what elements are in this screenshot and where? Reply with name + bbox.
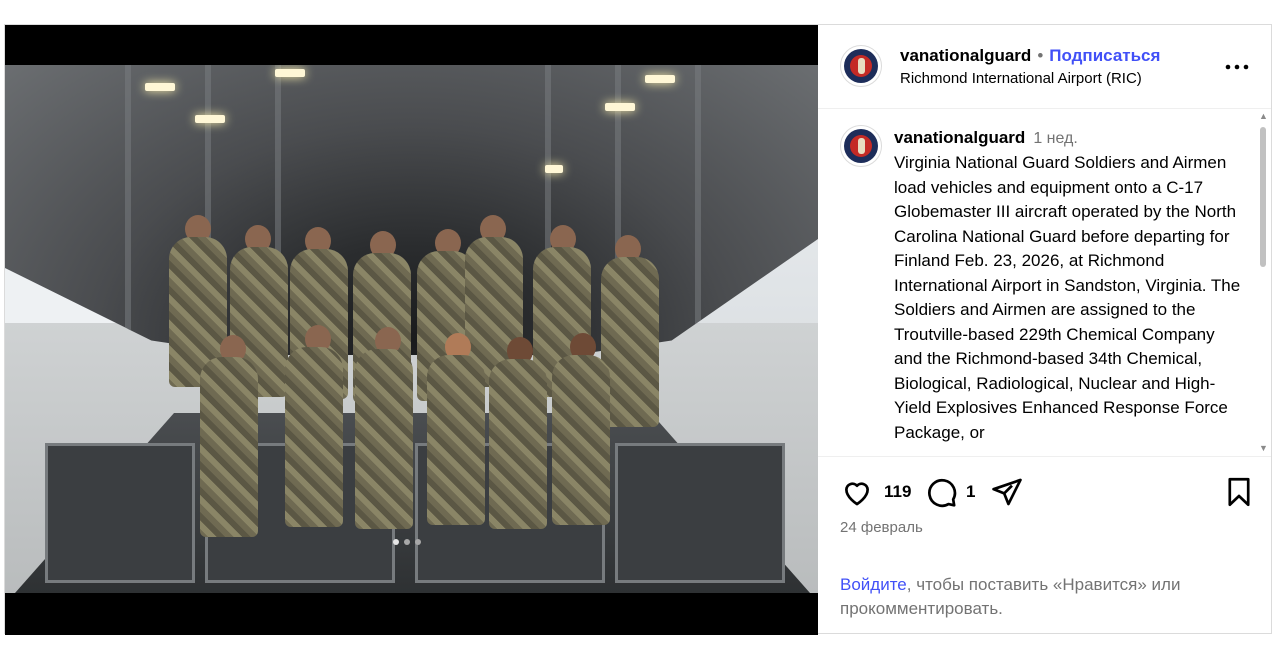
carousel-indicator xyxy=(393,539,421,545)
post-side-panel: vanationalguard • Подписаться Richmond Int… xyxy=(818,25,1271,633)
comment-icon[interactable] xyxy=(924,475,958,514)
caption-username[interactable]: vanationalguard xyxy=(894,128,1025,147)
scroll-thumb[interactable] xyxy=(1260,127,1266,267)
scroll-down-icon[interactable]: ▼ xyxy=(1259,443,1268,453)
comments-count[interactable]: 1 xyxy=(966,482,975,502)
post-media[interactable] xyxy=(5,25,818,635)
caption-author-avatar[interactable] xyxy=(840,125,882,167)
author-username[interactable]: vanationalguard xyxy=(900,46,1031,65)
caption-text: Virginia National Guard Soldiers and Air… xyxy=(894,153,1241,442)
carousel-dot xyxy=(404,539,410,545)
scroll-up-icon[interactable]: ▲ xyxy=(1259,111,1268,121)
more-options-icon[interactable] xyxy=(1225,50,1249,76)
login-prompt: Войдите, чтобы поставить «Нравится» или … xyxy=(840,573,1260,621)
photo-soldiers-group xyxy=(155,215,695,545)
comments-scrollbar[interactable]: ▲ ▼ xyxy=(1259,111,1268,453)
carousel-dot xyxy=(415,539,421,545)
share-icon[interactable] xyxy=(990,475,1024,514)
caption-time[interactable]: 1 нед. xyxy=(1033,130,1078,147)
comments-area[interactable]: vanationalguard 1 нед. Virginia National … xyxy=(818,109,1271,457)
likes-count[interactable]: 119 xyxy=(884,482,911,502)
action-bar: 119 1 xyxy=(840,475,1260,511)
login-link[interactable]: Войдите xyxy=(840,575,907,594)
post-photo xyxy=(5,65,818,593)
post-location[interactable]: Richmond International Airport (RIC) xyxy=(900,70,1142,87)
author-avatar[interactable] xyxy=(840,45,882,87)
post-date[interactable]: 24 февраль xyxy=(840,519,923,536)
post-container: vanationalguard • Подписаться Richmond Int… xyxy=(4,24,1272,635)
heart-icon[interactable] xyxy=(840,475,874,514)
bookmark-icon[interactable] xyxy=(1222,475,1256,514)
post-header: vanationalguard • Подписаться Richmond Int… xyxy=(818,25,1271,109)
carousel-dot-active xyxy=(393,539,399,545)
header-separator: • xyxy=(1037,46,1044,65)
follow-button[interactable]: Подписаться xyxy=(1049,46,1160,65)
